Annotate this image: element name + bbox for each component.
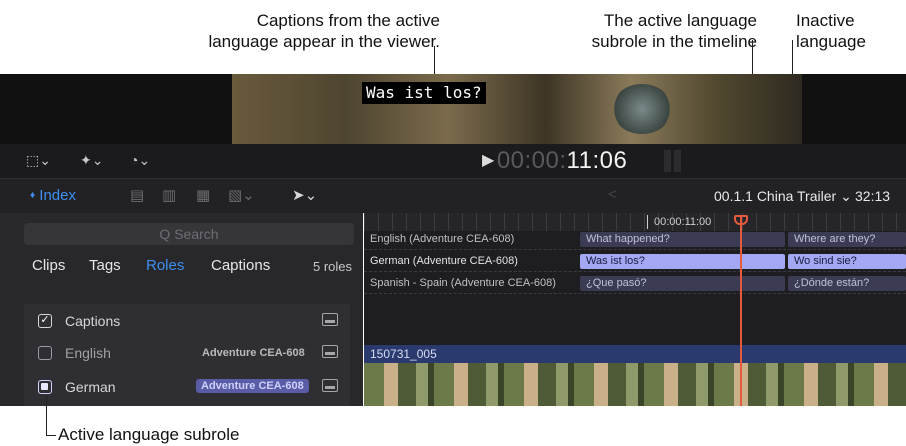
timeline[interactable]: 00:00:11:00 English (Adventure CEA-608) … <box>364 213 906 406</box>
subrole-tag-active: Adventure CEA-608 <box>196 379 309 393</box>
role-row-captions[interactable]: ✓ Captions <box>24 306 350 338</box>
playhead-handle[interactable] <box>734 215 748 225</box>
caption-lane-icon[interactable] <box>322 313 338 326</box>
caption-clip-active[interactable]: Wo sind sie? <box>788 254 906 269</box>
viewer-video-frame <box>232 74 802 144</box>
playback-toolbar: ⬚⌄ ✦⌄ ◔⌄ ▶00:00:11:06 <box>0 144 906 178</box>
callout-text: Inactive <box>796 11 855 30</box>
select-tool-icon[interactable]: ➤⌄ <box>292 186 317 204</box>
tab-tags[interactable]: Tags <box>89 257 121 274</box>
tab-roles[interactable]: Roles <box>146 257 184 274</box>
lane-separator <box>364 293 906 294</box>
lane-label-english: English (Adventure CEA-608) <box>370 233 515 245</box>
callout-active-subrole: Active language subrole <box>58 425 240 444</box>
caption-lane-icon[interactable] <box>322 379 338 392</box>
role-name: English <box>65 345 111 361</box>
timecode-display[interactable]: ▶00:00:11:06 <box>482 147 627 175</box>
play-icon[interactable]: ▶ <box>482 152 495 169</box>
role-row-german[interactable]: German Adventure CEA-608 <box>24 372 350 404</box>
caption-clip[interactable]: ¿Que pasó? <box>580 276 785 291</box>
callout-text: Captions from the active <box>256 11 440 30</box>
ruler-timecode: 00:00:11:00 <box>654 216 712 228</box>
role-checkbox[interactable] <box>38 380 52 394</box>
video-filmstrip[interactable] <box>364 363 906 406</box>
search-input[interactable]: Q Search <box>24 223 354 245</box>
caption-clip[interactable]: ¿Dónde están? <box>788 276 906 291</box>
callout-text: subrole in the timeline <box>591 32 757 51</box>
back-icon[interactable]: < <box>608 186 617 203</box>
callout-line <box>46 435 56 436</box>
caption-clip-active[interactable]: Was ist los? <box>580 254 785 269</box>
audio-meter <box>664 150 671 172</box>
diamond-icon: ♦ <box>30 190 36 201</box>
timecode-dim: 00:00: <box>496 147 567 174</box>
callout-line <box>46 396 47 436</box>
viewer-letterbox <box>802 74 906 144</box>
caption-clip[interactable]: What happened? <box>580 232 785 247</box>
ruler-ticks <box>364 213 906 231</box>
tab-clips[interactable]: Clips <box>32 257 65 274</box>
caption-clip[interactable]: Where are they? <box>788 232 906 247</box>
index-button[interactable]: ♦ Index <box>30 187 76 204</box>
lane-label-german: German (Adventure CEA-608) <box>370 255 518 267</box>
project-name[interactable]: 00.1.1 China Trailer ⌄ <box>714 188 852 205</box>
viewer-caption: Was ist los? <box>362 82 486 104</box>
index-label: Index <box>39 187 76 204</box>
timecode-value: 11:06 <box>566 147 628 174</box>
subrole-tag: Adventure CEA-608 <box>202 347 305 359</box>
caption-lane-icon[interactable] <box>322 345 338 358</box>
timeline-header: ♦ Index ▤ ▥ ▦ ▧⌄ ➤⌄ < 00.1.1 China Trail… <box>0 178 906 213</box>
role-row-english[interactable]: English Adventure CEA-608 <box>24 338 350 370</box>
insert-clip-icon[interactable]: ▥ <box>162 186 176 204</box>
project-duration: 32:13 <box>855 188 891 204</box>
video-clip-name: 150731_005 <box>370 347 437 361</box>
playhead[interactable] <box>740 217 742 406</box>
roles-count: 5 roles <box>313 259 353 274</box>
callout-inactive-language: Inactive language <box>796 10 866 52</box>
lane-label-spanish: Spanish - Spain (Adventure CEA-608) <box>370 277 556 289</box>
ruler-marker <box>647 215 648 229</box>
viewer: Was ist los? <box>0 74 906 144</box>
role-checkbox[interactable]: ✓ <box>38 314 52 328</box>
lane-separator <box>364 249 906 250</box>
callout-viewer-captions: Captions from the active language appear… <box>200 10 440 52</box>
tab-captions[interactable]: Captions <box>211 257 270 274</box>
role-name: German <box>65 379 116 395</box>
transform-tool-icon[interactable]: ✦⌄ <box>80 152 103 169</box>
callout-active-subrole-timeline: The active language subrole in the timel… <box>547 10 757 52</box>
callout-text: language <box>796 32 866 51</box>
timeline-index-panel: Q Search Clips Tags Roles Captions 5 rol… <box>0 213 363 406</box>
append-clip-icon[interactable]: ▤ <box>130 186 144 204</box>
role-checkbox[interactable] <box>38 346 52 360</box>
callout-text: The active language <box>603 11 757 30</box>
role-name: Captions <box>65 313 121 329</box>
audio-meter <box>674 150 681 172</box>
callout-text: language appear in the viewer. <box>208 32 440 51</box>
roles-list: ✓ Captions English Adventure CEA-608 Ger… <box>24 304 350 406</box>
overwrite-clip-icon[interactable]: ▦ <box>196 186 210 204</box>
lane-separator <box>364 271 906 272</box>
clip-appearance-icon[interactable]: ⬚⌄ <box>26 152 51 169</box>
video-clip-header[interactable] <box>364 345 906 363</box>
speed-icon[interactable]: ◔⌄ <box>130 152 150 169</box>
edit-mode-icon[interactable]: ▧⌄ <box>228 186 255 204</box>
